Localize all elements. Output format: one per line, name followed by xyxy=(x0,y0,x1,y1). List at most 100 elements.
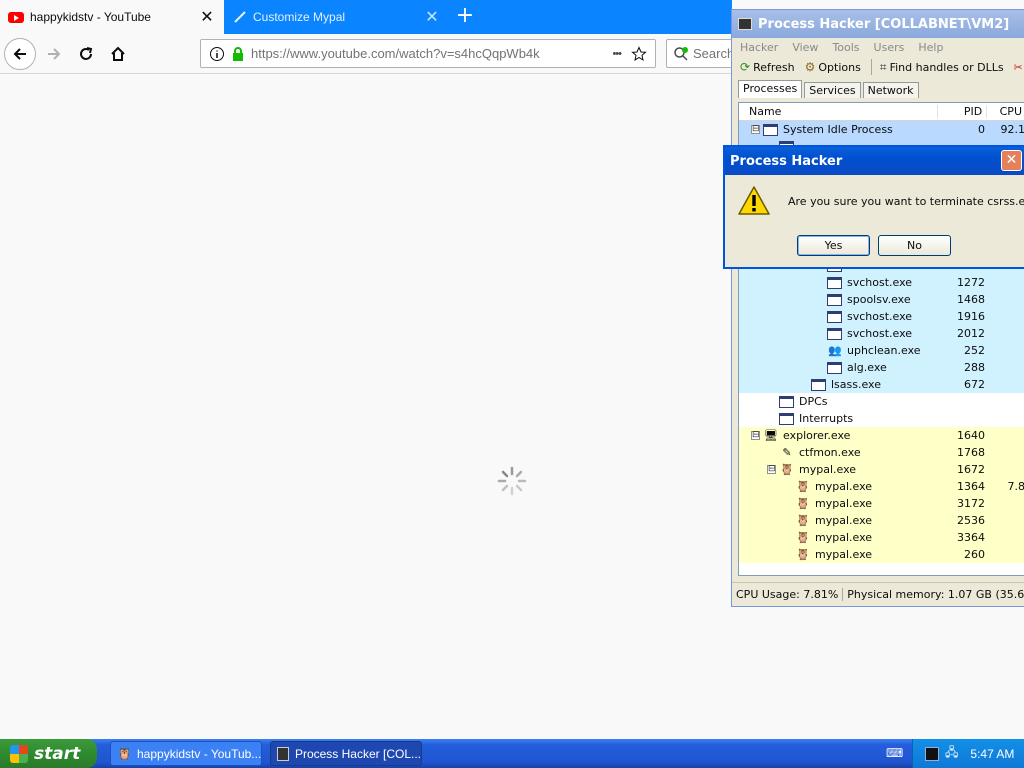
system-tray: 🖧 5:47 AM xyxy=(912,739,1024,768)
process-hacker-window[interactable]: Process Hacker [COLLABNET\VM2] Hacker Vi… xyxy=(731,9,1024,607)
process-row[interactable]: ⊟ 🖥 explorer.exe 1640 xyxy=(739,427,1024,444)
process-row[interactable]: 🦉 mypal.exe 1364 7.8 xyxy=(739,478,1024,495)
youtube-icon xyxy=(8,11,24,23)
toolbar-separator xyxy=(870,59,872,75)
forward-button[interactable] xyxy=(38,38,70,70)
arrow-right-icon xyxy=(48,48,61,60)
menu-help[interactable]: Help xyxy=(918,41,943,54)
collapse-icon[interactable]: ⊟ xyxy=(751,431,760,440)
bookmark-star-icon[interactable] xyxy=(631,45,647,62)
search-bar[interactable]: Search xyxy=(666,39,732,68)
close-icon: ✕ xyxy=(1005,152,1018,168)
process-row[interactable]: 👥 uphclean.exe 252 xyxy=(739,342,1024,359)
process-name: lsass.exe xyxy=(831,378,881,391)
tab-services[interactable]: Services xyxy=(804,82,861,98)
process-pid: 2012 xyxy=(957,327,985,340)
column-cpu[interactable]: CPU xyxy=(987,105,1024,118)
process-row[interactable]: svchost.exe 1272 xyxy=(739,274,1024,291)
window-title-bar[interactable]: Process Hacker [COLLABNET\VM2] xyxy=(732,10,1024,38)
process-row[interactable]: ⊟ 🦉 mypal.exe 1672 xyxy=(739,461,1024,478)
collapse-icon[interactable]: ⊟ xyxy=(767,465,776,474)
tray-app-icon[interactable] xyxy=(925,746,939,761)
collapse-icon[interactable]: ⊟ xyxy=(751,125,760,134)
new-tab-button[interactable]: + xyxy=(452,4,478,30)
reload-icon xyxy=(80,47,93,60)
home-button[interactable] xyxy=(102,38,134,70)
tab-customize-mypal[interactable]: Customize Mypal ✕ xyxy=(225,0,449,34)
process-row[interactable]: ✎ ctfmon.exe 1768 xyxy=(739,444,1024,461)
refresh-icon: ⟳ xyxy=(740,60,751,74)
warning-icon xyxy=(738,186,770,215)
process-hacker-icon xyxy=(277,746,289,761)
process-row[interactable]: alg.exe 288 xyxy=(739,359,1024,376)
process-name: ctfmon.exe xyxy=(799,446,861,459)
process-window-icon xyxy=(827,327,842,340)
refresh-button[interactable]: ⟳ Refresh xyxy=(740,60,795,74)
network-icon[interactable]: 🖧 xyxy=(945,743,958,764)
taskbar-item-browser[interactable]: 🦉 happykidstv - YouTub... xyxy=(110,741,262,766)
process-row[interactable]: DPCs xyxy=(739,393,1024,410)
lock-icon xyxy=(233,46,243,61)
home-icon xyxy=(111,46,125,61)
process-pid: 288 xyxy=(964,361,985,374)
dialog-title-bar[interactable]: Process Hacker xyxy=(725,147,1024,175)
keyboard-icon[interactable]: ⌨ xyxy=(886,746,903,760)
arrow-left-icon xyxy=(13,48,26,60)
no-button[interactable]: No xyxy=(878,235,951,256)
yes-button[interactable]: Yes xyxy=(797,235,870,256)
tab-youtube[interactable]: happykidstv - YouTube ✕ xyxy=(0,0,224,34)
column-pid[interactable]: PID xyxy=(938,105,988,118)
process-cpu: 7.8 xyxy=(1007,480,1024,493)
process-name: mypal.exe xyxy=(815,531,873,544)
close-tab-icon[interactable]: ✕ xyxy=(198,7,216,27)
dialog-close-button[interactable]: ✕ xyxy=(1001,150,1022,171)
process-row[interactable]: spoolsv.exe 1468 xyxy=(739,291,1024,308)
menu-tools[interactable]: Tools xyxy=(832,41,859,54)
dialog-message: Are you sure you want to terminate csrss… xyxy=(788,195,1024,208)
process-users-icon: 👥 xyxy=(828,344,842,357)
search-placeholder: Search xyxy=(693,46,732,61)
process-row[interactable]: ⊟ System Idle Process 0 92.1 xyxy=(739,121,1024,138)
process-name: mypal.exe xyxy=(799,463,857,476)
url-bar[interactable]: https://www.youtube.com/watch?v=s4hcQqpW… xyxy=(200,39,656,68)
process-mypal-icon: 🦉 xyxy=(796,531,810,544)
process-pid: 3364 xyxy=(957,531,985,544)
process-window-icon xyxy=(827,310,842,323)
process-row[interactable]: svchost.exe 1916 xyxy=(739,308,1024,325)
options-button[interactable]: ⚙ Options xyxy=(805,60,861,74)
menu-users[interactable]: Users xyxy=(874,41,905,54)
process-pid: 0 xyxy=(978,123,985,136)
process-row[interactable]: lsass.exe 672 xyxy=(739,376,1024,393)
process-row[interactable]: 🦉 mypal.exe 260 xyxy=(739,546,1024,563)
brush-icon xyxy=(234,11,246,23)
process-name: alg.exe xyxy=(847,361,887,374)
back-button[interactable] xyxy=(4,38,36,70)
cpu-usage-status: CPU Usage: 7.81% xyxy=(732,588,844,601)
process-explorer-icon: 🖥 xyxy=(764,429,778,442)
process-row[interactable]: 🦉 mypal.exe 3364 xyxy=(739,529,1024,546)
taskbar-item-process-hacker[interactable]: Process Hacker [COL... xyxy=(270,741,422,766)
terminate-icon[interactable]: ✂ xyxy=(1014,61,1023,74)
menu-view[interactable]: View xyxy=(792,41,818,54)
find-handles-button[interactable]: ⌗ Find handles or DLLs xyxy=(880,60,1004,75)
process-pid: 260 xyxy=(964,548,985,561)
process-name: explorer.exe xyxy=(783,429,851,442)
dialog-title: Process Hacker xyxy=(730,153,843,169)
process-row[interactable]: 🦉 mypal.exe 3172 xyxy=(739,495,1024,512)
tab-network[interactable]: Network xyxy=(862,82,919,98)
reload-button[interactable] xyxy=(70,38,102,70)
process-row[interactable]: 🦉 mypal.exe 2536 xyxy=(739,512,1024,529)
start-button[interactable]: start xyxy=(0,739,97,768)
column-name[interactable]: Name xyxy=(739,105,938,118)
menu-hacker[interactable]: Hacker xyxy=(740,41,778,54)
page-actions-button[interactable]: ••• xyxy=(612,48,622,60)
confirm-terminate-dialog[interactable]: Process Hacker ✕ Are you sure you want t… xyxy=(723,145,1024,269)
process-pen-icon: ✎ xyxy=(782,446,792,459)
process-row[interactable]: Interrupts xyxy=(739,410,1024,427)
close-tab-icon[interactable]: ✕ xyxy=(423,7,441,27)
tab-processes[interactable]: Processes xyxy=(738,80,803,98)
toolbar: ⟳ Refresh ⚙ Options ⌗ Find handles or DLLs … xyxy=(732,56,1024,78)
process-row[interactable]: svchost.exe 2012 xyxy=(739,325,1024,342)
info-icon[interactable] xyxy=(209,46,225,62)
process-name: svchost.exe xyxy=(847,327,913,340)
